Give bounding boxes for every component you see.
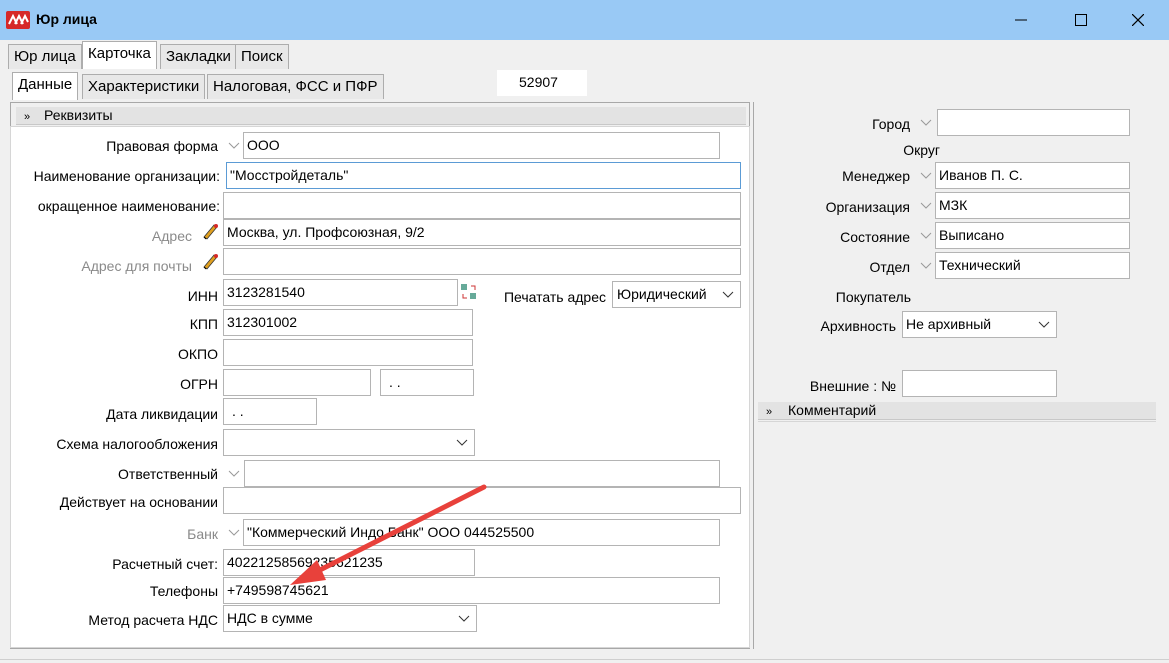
status-bar	[0, 659, 1169, 663]
annotation-arrow	[290, 484, 487, 585]
